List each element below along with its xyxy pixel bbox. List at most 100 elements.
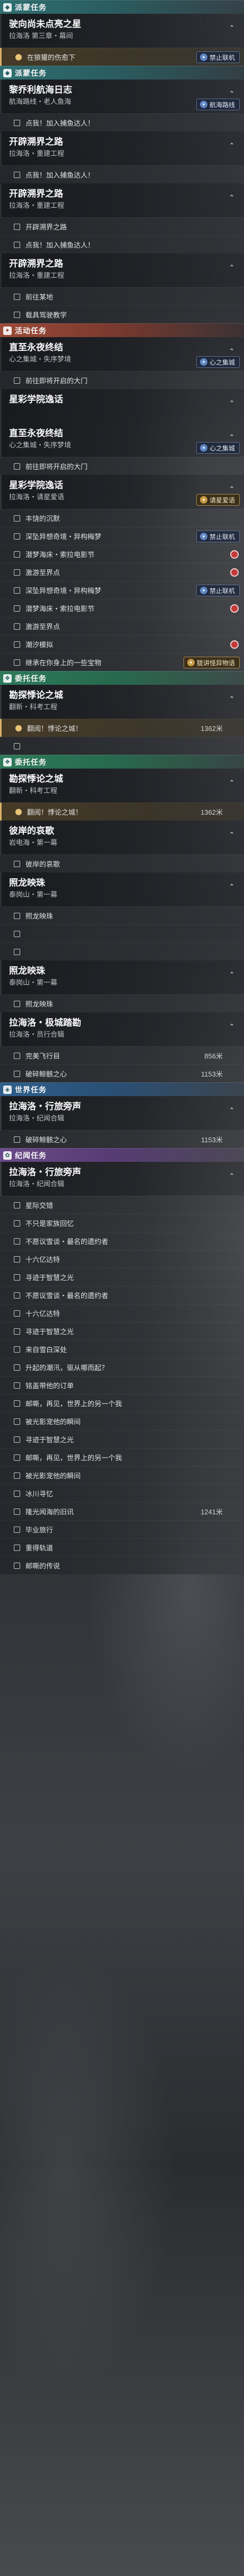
chevron-up-icon[interactable]: ⌃ [228, 400, 236, 407]
chevron-up-icon[interactable]: ⌃ [228, 264, 236, 271]
quest-step[interactable]: 前往即将开启的大门 [0, 371, 244, 389]
quest-step[interactable]: 深坠异想奇境・异构梅梦 ✦ 禁止联机 [0, 581, 244, 599]
quest-header[interactable]: 驶向尚未点亮之星 拉海洛 第三章・幕间 ⌃ [0, 14, 244, 48]
chevron-up-icon[interactable]: ⌃ [228, 434, 236, 441]
quest-header[interactable]: 照龙映珠 泰岗山・第一幕 ⌃ [0, 872, 244, 906]
quest-step[interactable] [0, 737, 244, 755]
quest-header[interactable]: 拉海洛・行旅旁声 拉海洛・纪闻合辑 ⌃ [0, 1162, 244, 1196]
quest-step[interactable]: 邮嘶的传说 [0, 1556, 244, 1574]
step-box-icon [14, 377, 20, 384]
quest-step[interactable]: 寻迹于智慧之光 [0, 1322, 244, 1340]
quest-step[interactable]: 不愿议雪谈・最名的遗约者 [0, 1232, 244, 1250]
quest-step[interactable]: 开辟溯界之路 [0, 217, 244, 235]
quest-step[interactable]: 激游至界点 [0, 617, 244, 635]
quest-header[interactable]: 拉海洛・行旅旁声 拉海洛・纪闻合辑 ⌃ [0, 1096, 244, 1130]
quest-step[interactable]: 升起的潮汛，驱从哪而起？ [0, 1358, 244, 1376]
chevron-up-icon[interactable]: ⌃ [228, 883, 236, 890]
quest-step[interactable]: 隆光闻海的旧讯 1241米 [0, 1502, 244, 1520]
quest-step-text: 激游至界点 [25, 623, 60, 631]
chevron-up-icon[interactable]: ⌃ [228, 348, 236, 355]
category-header[interactable]: ◆ 派蒙任务 [0, 0, 244, 14]
quest-header[interactable]: 拉海洛・极城踏勘 拉海洛・员行合辑 ⌃ [0, 1012, 244, 1046]
quest-step[interactable]: 激游至界点 [0, 563, 244, 581]
quest-step[interactable]: 在狼獾的伤愈下 ✦ 禁止联机 [0, 48, 244, 66]
category-header[interactable]: ◈ 世界任务 [0, 1082, 244, 1096]
quest-step[interactable]: 照龙映珠 [0, 994, 244, 1012]
map-marker-icon[interactable] [230, 568, 239, 577]
quest-step[interactable]: 照龙映珠 [0, 906, 244, 924]
quest-step[interactable]: 来自雪白深处 [0, 1340, 244, 1358]
quest-header[interactable]: 直至永夜终结 心之集城・失序梦境 ⌃ ✦ 心之集城 [0, 337, 244, 371]
quest-step[interactable]: 点我！加入捕鱼达人！ [0, 113, 244, 131]
quest-step[interactable]: 寻迹于智慧之光 [0, 1268, 244, 1286]
quest-step[interactable]: 载具驾驶教学 [0, 305, 244, 323]
status-badge: ✦ 禁止联机 [196, 531, 240, 542]
quest-step[interactable]: 不愿议雪谈・最名的遗约者 [0, 1286, 244, 1304]
quest-step[interactable]: 寻迹于智慧之光 [0, 1430, 244, 1448]
quest-step[interactable]: 十六亿达特 [0, 1250, 244, 1268]
quest-step[interactable]: 邮嘶，再见，世界上的另一个我 [0, 1394, 244, 1412]
quest-step[interactable]: 点我！加入捕鱼达人！ [0, 235, 244, 253]
quest-step[interactable]: 完美飞行目 856米 [0, 1046, 244, 1064]
category-header[interactable]: ✿ 纪闻任务 [0, 1148, 244, 1162]
quest-step[interactable] [0, 924, 244, 942]
quest-step[interactable]: 毕业旅行 [0, 1520, 244, 1538]
quest-step[interactable]: 破碎鲸骸之心 1153米 [0, 1064, 244, 1082]
quest-header[interactable]: 开辟溯界之路 拉海洛・重建工程 ⌃ [0, 131, 244, 165]
step-box-icon [14, 1346, 20, 1353]
chevron-up-icon[interactable]: ⌃ [228, 779, 236, 787]
quest-step[interactable]: 点我！加入捕鱼达人！ [0, 165, 244, 183]
quest-header[interactable]: 开辟溯界之路 拉海洛・重建工程 ⌃ [0, 253, 244, 287]
quest-step[interactable]: 重得轨道 [0, 1538, 244, 1556]
quest-header[interactable]: 星彩学院逸话 拉海洛・请星爱语 ⌃ ✦ 请星爱语 [0, 475, 244, 509]
category-header[interactable]: ✦ 活动任务 [0, 323, 244, 337]
badge-text: 胧讲怪异物语 [196, 659, 235, 667]
quest-step[interactable]: 前往某地 [0, 287, 244, 305]
chevron-up-icon[interactable]: ⌃ [228, 90, 236, 98]
chevron-up-icon[interactable]: ⌃ [228, 695, 236, 703]
chevron-up-icon[interactable]: ⌃ [228, 971, 236, 978]
quest-header[interactable]: 勘探悸论之城 翻新・科考工程 ⌃ [0, 769, 244, 802]
quest-step[interactable]: 十六亿达特 [0, 1304, 244, 1322]
chevron-up-icon[interactable]: ⌃ [228, 1107, 236, 1114]
quest-header[interactable]: 勘探悸论之城 翻新・科考工程 ⌃ [0, 685, 244, 719]
category-header[interactable]: ◆ 派蒙任务 [0, 66, 244, 80]
quest-step[interactable]: 丰饶的沉默 [0, 509, 244, 527]
chevron-up-icon[interactable]: ⌃ [228, 24, 236, 32]
quest-step[interactable]: 被光影宠他的瞬间 [0, 1412, 244, 1430]
quest-step[interactable]: 不只是家族回忆 [0, 1214, 244, 1232]
chevron-up-icon[interactable]: ⌃ [228, 1172, 236, 1180]
quest-step[interactable]: 星际交错 [0, 1196, 244, 1214]
quest-step[interactable]: 潜梦海床・索拉电影节 [0, 599, 244, 617]
quest-header[interactable]: 开辟溯界之路 拉海洛・重建工程 ⌃ [0, 183, 244, 217]
quest-header[interactable]: 星彩学院逸话 ⌃ [0, 389, 244, 423]
quest-step[interactable]: 铭盖带他的订单 [0, 1376, 244, 1394]
quest-step[interactable]: 潜梦海床・索拉电影节 [0, 545, 244, 563]
chevron-up-icon[interactable]: ⌃ [228, 486, 236, 493]
quest-step[interactable]: 彼岸的哀歌 [0, 854, 244, 872]
quest-header[interactable]: 彼岸的哀歌 岩电海・第一幕 ⌃ [0, 821, 244, 854]
quest-step[interactable]: 前往即将开启的大门 [0, 457, 244, 475]
category-header[interactable]: ❖ 委托任务 [0, 755, 244, 769]
quest-step[interactable]: 潮汐模拟 [0, 635, 244, 653]
chevron-up-icon[interactable]: ⌃ [228, 831, 236, 839]
map-marker-icon[interactable] [230, 640, 239, 649]
map-marker-icon[interactable] [230, 604, 239, 613]
quest-step[interactable]: 邮嘶，再见，世界上的另一个我 [0, 1448, 244, 1466]
quest-step[interactable]: 冰川寻忆 [0, 1484, 244, 1502]
chevron-up-icon[interactable]: ⌃ [228, 194, 236, 201]
map-marker-icon[interactable] [230, 550, 239, 559]
quest-step[interactable]: 深坠异想奇境・异构梅梦 ✦ 禁止联机 [0, 527, 244, 545]
category-header[interactable]: ❖ 委托任务 [0, 671, 244, 685]
quest-step[interactable]: 被光影宠他的瞬间 [0, 1466, 244, 1484]
quest-header[interactable]: 直至永夜终结 心之集城・失序梦境 ⌃ ✦ 心之集城 [0, 423, 244, 457]
quest-step[interactable]: 继承在你身上的一些宝物 ✦ 胧讲怪异物语 [0, 653, 244, 671]
quest-step[interactable]: 翻阅！悸论之城！ 1362米 [0, 802, 244, 821]
chevron-up-icon[interactable]: ⌃ [228, 1023, 236, 1030]
quest-header[interactable]: 黎乔利航海日志 航海路线・老人鱼海 ⌃ ✦ 航海路线 [0, 80, 244, 113]
quest-header[interactable]: 照龙映珠 泰岗山・第一幕 ⌃ [0, 960, 244, 994]
quest-step[interactable]: 破碎鲸骸之心 1153米 [0, 1130, 244, 1148]
quest-step[interactable]: 翻阅！悸论之城！ 1362米 [0, 719, 244, 737]
chevron-up-icon[interactable]: ⌃ [228, 142, 236, 149]
quest-step[interactable] [0, 942, 244, 960]
